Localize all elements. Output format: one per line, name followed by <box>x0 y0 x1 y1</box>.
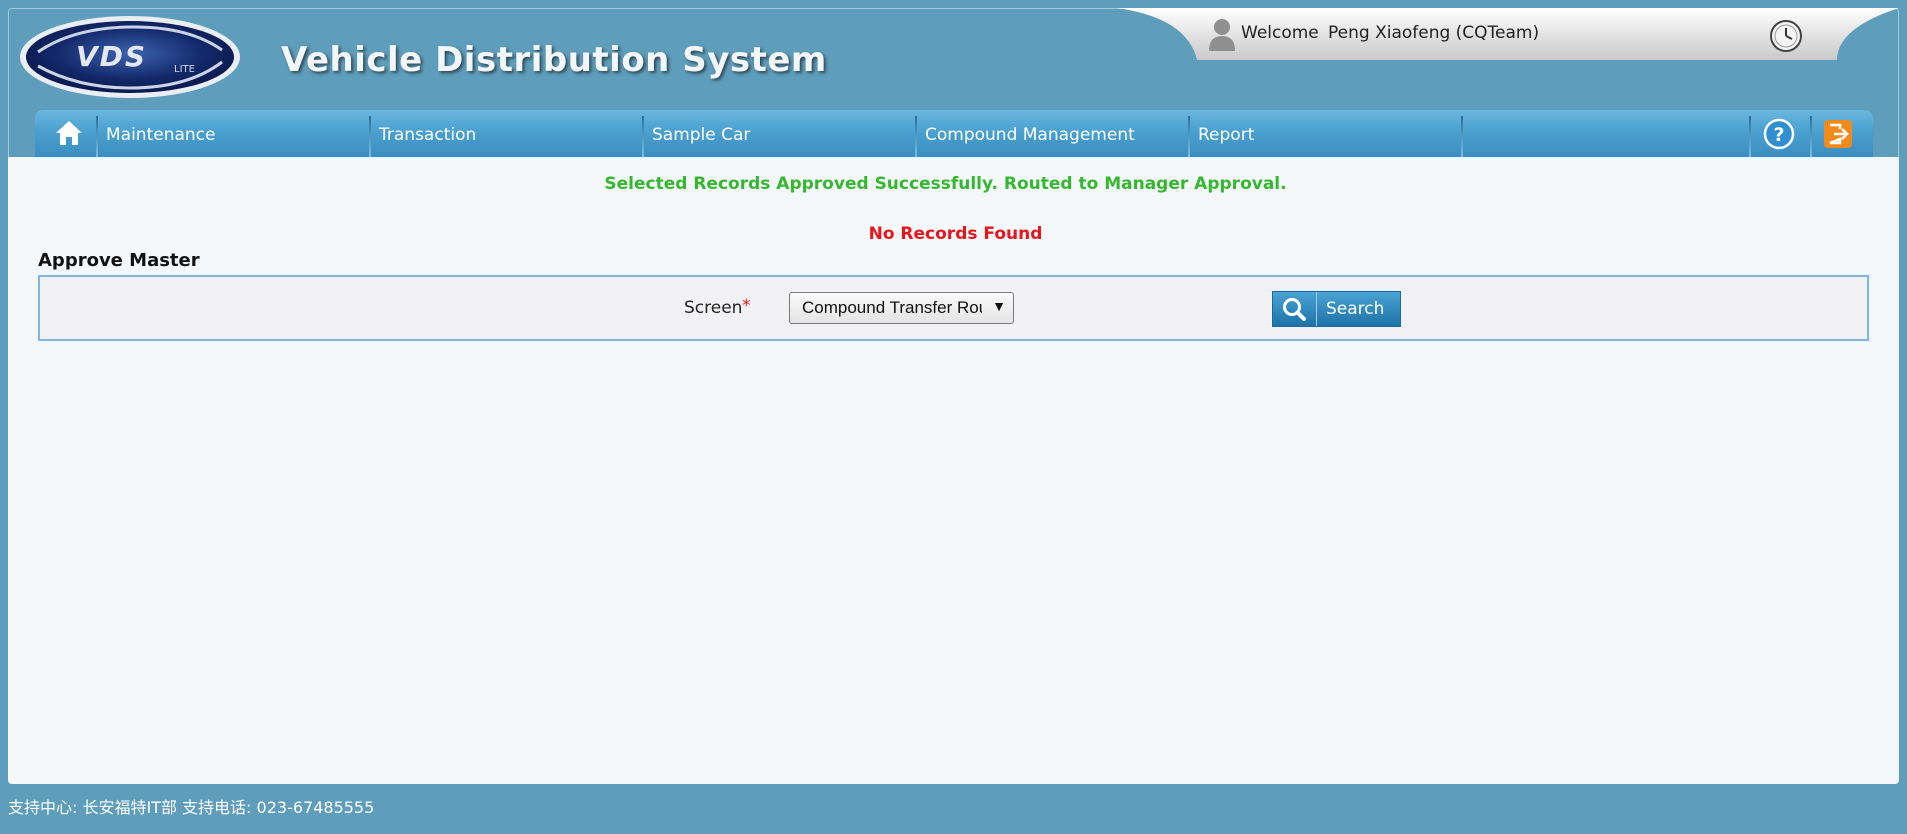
nav-divider <box>1461 116 1463 157</box>
nav-divider <box>1810 116 1812 157</box>
nav-divider <box>1188 116 1190 157</box>
nav-item-sample-car[interactable]: Sample Car <box>652 125 750 145</box>
svg-text:?: ? <box>1773 124 1784 146</box>
main-nav: Maintenance Transaction Sample Car Compo… <box>35 110 1873 157</box>
home-icon[interactable] <box>55 119 83 147</box>
app-title: Vehicle Distribution System <box>281 40 827 80</box>
footer-support-text: 支持中心: 长安福特IT部 支持电话: 023-67485555 <box>8 798 375 817</box>
search-button-label: Search <box>1326 299 1385 319</box>
screen-select-value: Compound Transfer Rou <box>802 298 982 317</box>
clock-icon[interactable] <box>1769 19 1803 53</box>
success-message: Selected Records Approved Successfully. … <box>604 174 1287 194</box>
required-indicator: * <box>742 296 751 316</box>
logout-icon[interactable] <box>1823 119 1853 149</box>
nav-divider <box>642 116 644 157</box>
vds-logo: VDS LITE <box>18 14 242 100</box>
nav-divider <box>96 116 98 157</box>
screen-label: Screen <box>684 298 743 318</box>
content-area <box>8 157 1899 784</box>
nav-divider <box>1749 116 1751 157</box>
dropdown-arrow-icon: ▼ <box>992 298 1006 314</box>
no-records-message: No Records Found <box>868 224 1043 244</box>
nav-item-report[interactable]: Report <box>1198 125 1254 145</box>
help-icon[interactable]: ? <box>1763 118 1795 150</box>
nav-divider <box>915 116 917 157</box>
user-icon <box>1207 17 1237 51</box>
user-name: Peng Xiaofeng (CQTeam) <box>1328 23 1540 43</box>
nav-item-compound-management[interactable]: Compound Management <box>925 125 1135 145</box>
svg-text:VDS: VDS <box>76 40 147 73</box>
search-icon <box>1273 292 1317 326</box>
nav-item-maintenance[interactable]: Maintenance <box>106 125 215 145</box>
svg-text:LITE: LITE <box>174 64 195 75</box>
welcome-label: Welcome <box>1241 23 1319 43</box>
screen-select[interactable]: Compound Transfer Rou ▼ <box>789 292 1014 324</box>
nav-item-transaction[interactable]: Transaction <box>379 125 476 145</box>
nav-divider <box>369 116 371 157</box>
search-button[interactable]: Search <box>1272 291 1401 327</box>
page-title: Approve Master <box>38 250 200 271</box>
